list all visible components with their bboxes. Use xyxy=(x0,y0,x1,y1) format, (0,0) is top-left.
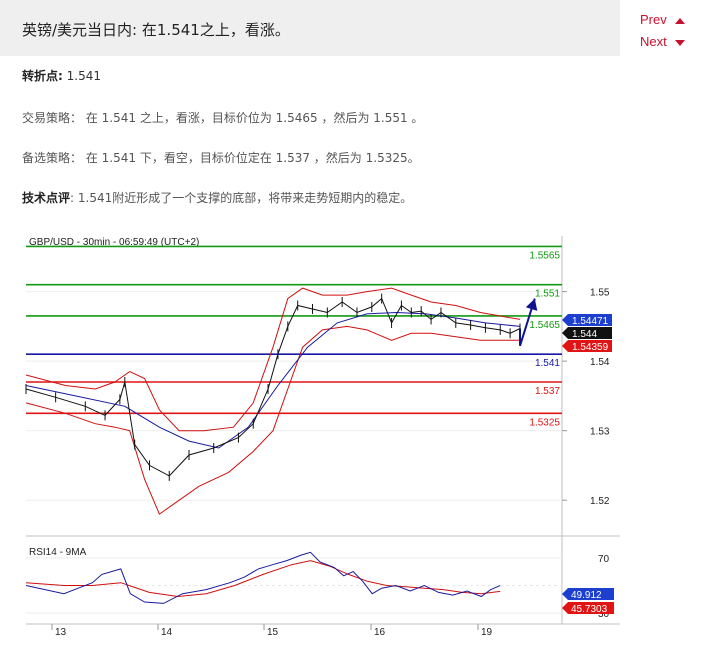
alternative-text: 在 1.541 下，看空，目标价位定在 1.537 ，然后为 1.5325。 xyxy=(85,151,420,165)
price-tag-label: 1.544 xyxy=(572,329,597,340)
next-link[interactable]: Next xyxy=(640,34,685,49)
alternative-label: 备选策略： xyxy=(22,151,83,165)
level-label: 1.5565 xyxy=(529,250,560,261)
time-tick-label: 16 xyxy=(374,627,386,638)
rsi-tag-label: 49.912 xyxy=(571,590,602,601)
time-tick-label: 13 xyxy=(55,627,67,638)
strategy-line: 交易策略： 在 1.541 之上，看涨，目标价位为 1.5465 ，然后为 1.… xyxy=(22,109,423,126)
level-label: 1.5325 xyxy=(529,417,560,428)
level-label: 1.551 xyxy=(535,289,560,300)
level-label: 1.541 xyxy=(535,358,560,369)
price-tick-label: 1.53 xyxy=(590,427,610,438)
price-tick-label: 1.54 xyxy=(590,357,610,368)
prev-label[interactable]: Prev xyxy=(640,12,667,27)
comment-label: 技术点评 xyxy=(22,191,71,205)
pivot-value: 1.541 xyxy=(66,69,101,83)
price-tick-label: 1.55 xyxy=(590,288,610,299)
comment-text: : 1.541附近形成了一个支撑的底部，将带来走势短期内的稳定。 xyxy=(70,191,413,205)
page-title: 英镑/美元当日内: 在1.541之上，看涨。 xyxy=(22,21,290,39)
time-tick-label: 19 xyxy=(481,627,493,638)
rsi-tick-label: 70 xyxy=(598,554,610,565)
triangle-up-icon xyxy=(674,17,685,24)
strategy-label: 交易策略： xyxy=(22,111,83,125)
time-tick-label: 14 xyxy=(161,627,173,638)
pivot-label: 转折点: xyxy=(22,69,63,83)
comment-line: 技术点评: 1.541附近形成了一个支撑的底部，将带来走势短期内的稳定。 xyxy=(22,189,412,206)
header-bar: 英镑/美元当日内: 在1.541之上，看涨。 xyxy=(0,0,620,56)
level-label: 1.5465 xyxy=(529,320,560,331)
prev-link[interactable]: Prev xyxy=(640,12,685,27)
pivot-line: 转折点: 1.541 xyxy=(22,67,101,84)
rsi-tag-label: 45.7303 xyxy=(571,604,608,615)
time-tick-label: 15 xyxy=(267,627,279,638)
gbpusd-chart: GBP/USD - 30min - 06:59:49 (UTC+2) RSI14… xyxy=(25,236,620,638)
price-tag-label: 1.54471 xyxy=(572,316,609,327)
level-label: 1.537 xyxy=(535,386,560,397)
next-label[interactable]: Next xyxy=(640,34,667,49)
price-tag-label: 1.54359 xyxy=(572,342,609,353)
rsi-title: RSI14 - 9MA xyxy=(29,547,87,558)
alternative-line: 备选策略： 在 1.541 下，看空，目标价位定在 1.537 ，然后为 1.5… xyxy=(22,149,420,166)
strategy-text: 在 1.541 之上，看涨，目标价位为 1.5465 ，然后为 1.551 。 xyxy=(85,111,424,125)
triangle-down-icon xyxy=(674,39,685,46)
price-tick-label: 1.52 xyxy=(590,496,610,507)
